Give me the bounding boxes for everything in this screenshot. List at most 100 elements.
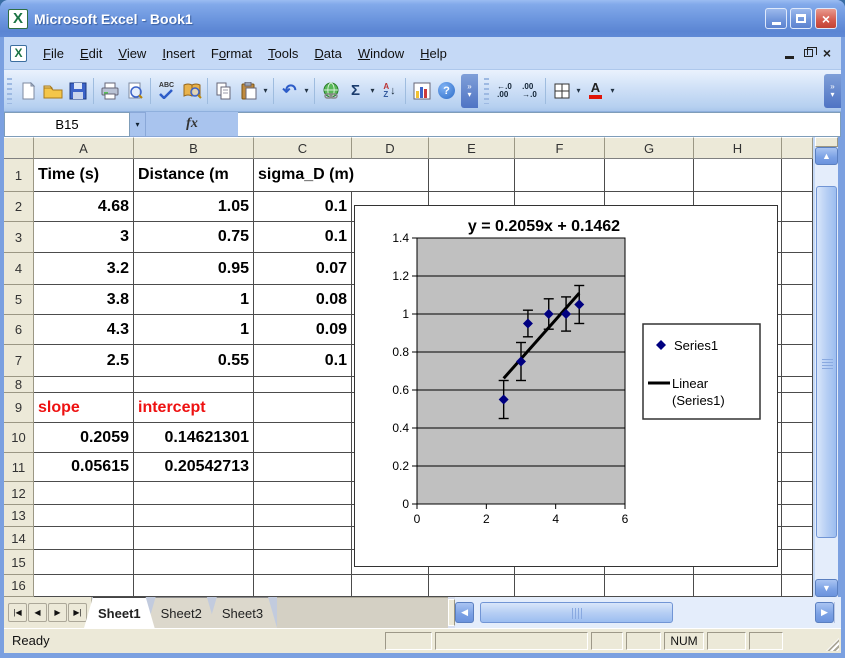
row-header-2[interactable]: 2 xyxy=(4,192,34,222)
cell-C11[interactable] xyxy=(254,453,352,482)
cell-B13[interactable] xyxy=(134,505,254,527)
cell-A7[interactable]: 2.5 xyxy=(34,345,134,377)
cell-B6[interactable]: 1 xyxy=(134,315,254,345)
cell-partial[interactable] xyxy=(782,315,813,345)
cell-B8[interactable] xyxy=(134,377,254,393)
maximize-button[interactable] xyxy=(790,8,812,29)
cell-partial[interactable] xyxy=(782,527,813,550)
cell-H1[interactable] xyxy=(694,159,782,192)
copy-button[interactable] xyxy=(211,78,236,104)
font-color-dropdown-icon[interactable]: ▾ xyxy=(608,78,617,104)
cell-C1[interactable]: sigma_D (m) xyxy=(254,159,352,192)
cell-H16[interactable] xyxy=(694,575,782,597)
cell-A3[interactable]: 3 xyxy=(34,222,134,253)
cell-C8[interactable] xyxy=(254,377,352,393)
tab-split-handle[interactable] xyxy=(448,599,455,626)
cell-B10[interactable]: 0.14621301 xyxy=(134,423,254,453)
cell-A12[interactable] xyxy=(34,482,134,505)
cell-B3[interactable]: 0.75 xyxy=(134,222,254,253)
undo-button[interactable]: ↶ xyxy=(277,78,302,104)
toolbar-grip[interactable] xyxy=(484,78,489,104)
print-button[interactable] xyxy=(97,78,122,104)
split-box[interactable] xyxy=(815,137,838,147)
row-header-14[interactable]: 14 xyxy=(4,527,34,550)
cell-A8[interactable] xyxy=(34,377,134,393)
row-header-13[interactable]: 13 xyxy=(4,505,34,527)
print-preview-button[interactable] xyxy=(122,78,147,104)
column-header-a[interactable]: A xyxy=(34,137,134,159)
column-header-h[interactable]: H xyxy=(694,137,782,159)
new-button[interactable] xyxy=(15,78,40,104)
menu-data[interactable]: Data xyxy=(306,43,349,64)
cell-partial[interactable] xyxy=(782,482,813,505)
cell-A16[interactable] xyxy=(34,575,134,597)
column-header-e[interactable]: E xyxy=(429,137,515,159)
row-header-7[interactable]: 7 xyxy=(4,345,34,377)
tab-last-icon[interactable]: ▶| xyxy=(68,603,87,622)
scroll-down-icon[interactable]: ▼ xyxy=(815,579,838,597)
row-header-11[interactable]: 11 xyxy=(4,453,34,482)
row-header-5[interactable]: 5 xyxy=(4,285,34,315)
increase-decimal-button[interactable]: ←.0.00 xyxy=(492,78,517,104)
cell-C10[interactable] xyxy=(254,423,352,453)
save-button[interactable] xyxy=(65,78,90,104)
cell-A1[interactable]: Time (s) xyxy=(34,159,134,192)
sheet-tab-sheet2[interactable]: Sheet2 xyxy=(147,597,216,628)
cell-C4[interactable]: 0.07 xyxy=(254,253,352,285)
menu-insert[interactable]: Insert xyxy=(154,43,203,64)
cell-E16[interactable] xyxy=(429,575,515,597)
cell-A13[interactable] xyxy=(34,505,134,527)
cell-B14[interactable] xyxy=(134,527,254,550)
cell-partial[interactable] xyxy=(782,393,813,423)
cell-F1[interactable] xyxy=(515,159,605,192)
cell-partial[interactable] xyxy=(782,345,813,377)
cell-B4[interactable]: 0.95 xyxy=(134,253,254,285)
cell-partial[interactable] xyxy=(782,377,813,393)
spelling-button[interactable]: ABC xyxy=(154,78,179,104)
menu-window[interactable]: Window xyxy=(350,43,412,64)
cell-A15[interactable] xyxy=(34,550,134,575)
row-header-1[interactable]: 1 xyxy=(4,159,34,192)
vertical-scroll-thumb[interactable] xyxy=(816,186,837,538)
cell-B2[interactable]: 1.05 xyxy=(134,192,254,222)
cell-C15[interactable] xyxy=(254,550,352,575)
toolbar-options-chevron[interactable]: »▾ xyxy=(824,74,841,108)
tab-next-icon[interactable]: ▶ xyxy=(48,603,67,622)
paste-dropdown-icon[interactable]: ▾ xyxy=(261,78,270,104)
cell-F16[interactable] xyxy=(515,575,605,597)
cell-E1[interactable] xyxy=(429,159,515,192)
cell-B12[interactable] xyxy=(134,482,254,505)
undo-dropdown-icon[interactable]: ▾ xyxy=(302,78,311,104)
menu-file[interactable]: File xyxy=(35,43,72,64)
open-button[interactable] xyxy=(40,78,65,104)
select-all-corner[interactable] xyxy=(4,137,34,159)
workbook-minimize-icon[interactable] xyxy=(785,56,794,59)
close-button[interactable]: × xyxy=(815,8,837,29)
cell-G1[interactable] xyxy=(605,159,694,192)
column-header-c[interactable]: C xyxy=(254,137,352,159)
row-header-12[interactable]: 12 xyxy=(4,482,34,505)
column-header-d[interactable]: D xyxy=(352,137,429,159)
row-header-8[interactable]: 8 xyxy=(4,377,34,393)
column-header-partial[interactable] xyxy=(782,137,813,159)
cell-partial[interactable] xyxy=(782,550,813,575)
cell-D1[interactable] xyxy=(352,159,429,192)
cell-A5[interactable]: 3.8 xyxy=(34,285,134,315)
cell-A10[interactable]: 0.2059 xyxy=(34,423,134,453)
cell-partial[interactable] xyxy=(782,222,813,253)
minimize-button[interactable] xyxy=(765,8,787,29)
toolbar-options-chevron[interactable]: »▾ xyxy=(461,74,478,108)
column-header-b[interactable]: B xyxy=(134,137,254,159)
row-header-9[interactable]: 9 xyxy=(4,393,34,423)
cell-C16[interactable] xyxy=(254,575,352,597)
resize-grip[interactable] xyxy=(826,638,839,651)
menu-edit[interactable]: Edit xyxy=(72,43,110,64)
cell-partial[interactable] xyxy=(782,505,813,527)
sort-ascending-button[interactable]: AZ ↓ xyxy=(377,78,402,104)
column-header-g[interactable]: G xyxy=(605,137,694,159)
cell-C9[interactable] xyxy=(254,393,352,423)
cell-D16[interactable] xyxy=(352,575,429,597)
workbook-restore-icon[interactable] xyxy=(804,49,813,57)
cell-B16[interactable] xyxy=(134,575,254,597)
toolbar-grip[interactable] xyxy=(7,78,12,104)
